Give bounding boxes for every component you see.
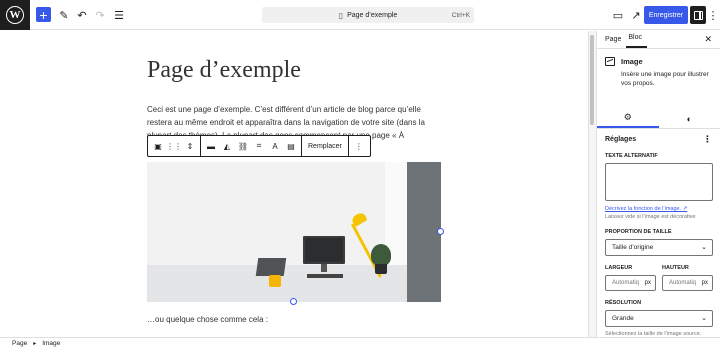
toolbar-group-replace: Remplacer xyxy=(302,136,349,156)
settings-sidebar: Page Bloc ✕ Image Insère une image pour … xyxy=(596,31,720,337)
height-input[interactable]: Automatiq px xyxy=(662,275,713,291)
view-page-external-icon[interactable]: ↗ xyxy=(628,7,644,23)
photo-plant-pot xyxy=(375,264,387,274)
link-icon[interactable]: ⛓ xyxy=(235,138,251,154)
drag-handle-icon[interactable]: ⋮⋮ xyxy=(166,138,182,154)
block-card-description: Insère une image pour illustrer vos prop… xyxy=(621,71,709,87)
block-toolbar: ▣ ⋮⋮ ⇕ ▬ ◭ ⛓ ⌗ A ▤ Remplacer ⋮ xyxy=(147,135,371,157)
chevron-down-icon: ⌄ xyxy=(701,244,707,251)
toolbar-group-more: ⋮ xyxy=(349,136,369,156)
panel-more-icon[interactable]: ⋮ xyxy=(703,134,712,145)
editor-app: W + ✎ ↶ ↷ ☰ ▯ Page d’exemple Ctrl+K ▭ ↗ … xyxy=(0,0,720,349)
breadcrumb: Page ▸ Image xyxy=(0,337,720,349)
redo-icon[interactable]: ↷ xyxy=(92,7,108,23)
tab-settings-gear-icon[interactable]: ⚙ xyxy=(597,109,659,128)
block-options-icon[interactable]: ⋮ xyxy=(351,138,367,154)
breadcrumb-image[interactable]: Image xyxy=(42,340,60,347)
save-button[interactable]: Enregistrer xyxy=(644,6,688,24)
crop-icon[interactable]: ⌗ xyxy=(251,138,267,154)
editor-canvas[interactable]: Page d’exemple Ceci est une page d’exemp… xyxy=(0,31,588,337)
resolution-label: RÉSOLUTION xyxy=(605,300,642,306)
canvas-scrollbar-thumb[interactable] xyxy=(590,35,594,125)
alt-text-help: Laissez vide si l’image est décorative xyxy=(605,214,696,220)
alt-text-label: TEXTE ALTERNATIF xyxy=(605,153,658,159)
photo-plant-leaves xyxy=(371,244,391,266)
photo-desk xyxy=(147,265,441,302)
alt-text-textarea[interactable] xyxy=(605,163,713,201)
height-label: HAUTEUR xyxy=(662,265,689,271)
document-icon: ▯ xyxy=(338,10,344,20)
resolution-select[interactable]: Grande ⌄ xyxy=(605,310,713,327)
align-icon[interactable]: ▬ xyxy=(203,138,219,154)
photo-monitor-stand xyxy=(321,264,327,272)
width-unit: px xyxy=(644,280,651,286)
document-overview-icon[interactable]: ☰ xyxy=(111,7,127,23)
width-input[interactable]: Automatiq px xyxy=(605,275,656,291)
toolbar-group-transform: ▣ ⋮⋮ ⇕ xyxy=(148,136,201,156)
breadcrumb-page[interactable]: Page xyxy=(12,340,27,347)
aspect-ratio-label: PROPORTION DE TAILLE xyxy=(605,229,672,235)
sidebar-icon xyxy=(693,10,703,20)
more-options-icon[interactable]: ⋮ xyxy=(708,7,719,23)
photo-keyboard xyxy=(307,274,343,278)
undo-icon[interactable]: ↶ xyxy=(74,7,90,23)
resize-handle-bottom[interactable] xyxy=(290,298,297,305)
settings-sidebar-toggle[interactable] xyxy=(690,6,706,24)
page-title[interactable]: Page d’exemple xyxy=(147,57,301,84)
aspect-ratio-select[interactable]: Taille d’origine ⌄ xyxy=(605,239,713,256)
width-placeholder: Automatiq xyxy=(612,280,640,286)
dimensions-row: LARGEUR Automatiq px HAUTEUR Automatiq p… xyxy=(597,265,720,291)
block-card: Image Insère une image pour illustrer vo… xyxy=(597,49,720,109)
add-block-button[interactable]: + xyxy=(36,7,51,22)
width-control: LARGEUR Automatiq px xyxy=(605,265,656,291)
chevron-down-icon: ⌄ xyxy=(701,315,707,322)
tab-page[interactable]: Page xyxy=(603,36,626,48)
top-toolbar: W + ✎ ↶ ↷ ☰ ▯ Page d’exemple Ctrl+K ▭ ↗ … xyxy=(0,0,720,30)
toolbar-group-tools: ▬ ◭ ⛓ ⌗ A ▤ xyxy=(201,136,302,156)
image-icon xyxy=(605,57,615,66)
height-control: HAUTEUR Automatiq px xyxy=(662,265,713,291)
close-icon[interactable]: ✕ xyxy=(704,34,712,45)
preview-device-icon[interactable]: ▭ xyxy=(610,7,626,23)
paragraph-block-caption[interactable]: …ou quelque chose comme cela : xyxy=(147,315,268,324)
height-placeholder: Automatiq xyxy=(669,280,697,286)
sidebar-tabs: Page Bloc ✕ xyxy=(597,31,720,49)
wordpress-logo-icon: W xyxy=(6,6,24,24)
resize-handle-right[interactable] xyxy=(437,228,444,235)
photo-curtain xyxy=(407,162,441,302)
command-shortcut: Ctrl+K xyxy=(451,11,470,19)
image-block[interactable] xyxy=(147,162,441,302)
command-palette-bar[interactable]: ▯ Page d’exemple Ctrl+K xyxy=(262,7,474,23)
duotone-filter-icon[interactable]: ◭ xyxy=(219,138,235,154)
replace-button[interactable]: Remplacer xyxy=(304,143,346,150)
caption-icon[interactable]: ▤ xyxy=(283,138,299,154)
wordpress-logo-button[interactable]: W xyxy=(0,0,30,30)
resolution-value: Grande xyxy=(612,315,634,322)
alt-text-help-link[interactable]: Décrivez la fonction de l’image. ↗ xyxy=(597,206,720,212)
settings-panel-title: Réglages xyxy=(605,136,637,143)
image-block-type-icon[interactable]: ▣ xyxy=(150,138,166,154)
height-unit: px xyxy=(701,280,708,286)
photo-mug xyxy=(269,275,281,287)
alt-help-link-text: Décrivez la fonction de l’image. xyxy=(605,206,682,212)
tab-block[interactable]: Bloc xyxy=(626,34,647,48)
inspector-tabs: ⚙ ◐ xyxy=(597,109,720,129)
command-bar-title: Page d’exemple xyxy=(347,11,398,19)
text-overlay-icon[interactable]: A xyxy=(267,138,283,154)
width-label: LARGEUR xyxy=(605,265,633,271)
photo-monitor xyxy=(303,236,345,264)
photo-laptop xyxy=(255,258,287,276)
aspect-ratio-value: Taille d’origine xyxy=(612,244,654,251)
tools-pencil-icon[interactable]: ✎ xyxy=(56,7,72,23)
settings-panel-header[interactable]: Réglages ⋮ xyxy=(597,129,720,149)
chevron-right-icon: ▸ xyxy=(33,341,37,347)
tab-styles-half-circle-icon[interactable]: ◐ xyxy=(659,109,720,128)
block-card-title: Image xyxy=(621,57,643,66)
move-up-down-icon[interactable]: ⇕ xyxy=(182,138,198,154)
